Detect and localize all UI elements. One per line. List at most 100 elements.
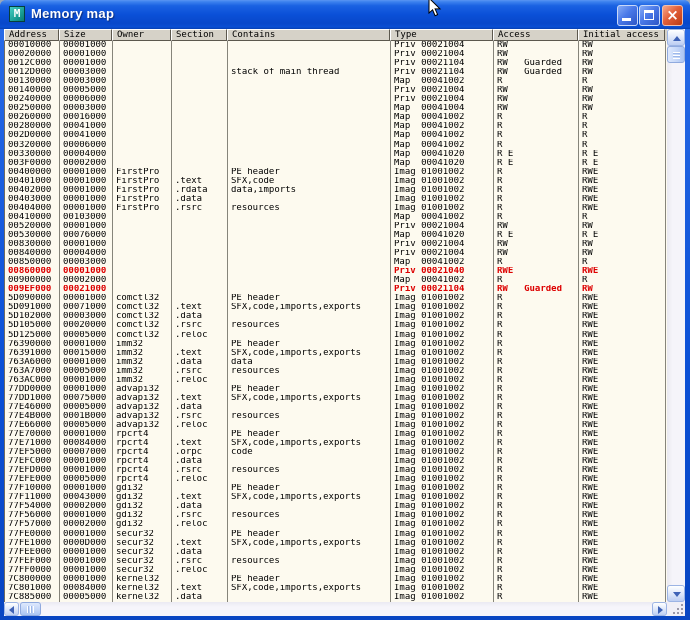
resize-grip[interactable] xyxy=(667,602,685,616)
table-row[interactable]: 77E6600000005000advapi32.relocImag 01001… xyxy=(5,421,667,430)
table-row[interactable]: 77F1000000001000gdi32PE headerImag 01001… xyxy=(5,484,667,493)
horizontal-scrollbar-thumb[interactable] xyxy=(20,602,41,616)
scroll-down-button[interactable] xyxy=(667,585,685,602)
minimize-button[interactable] xyxy=(617,5,638,26)
close-button[interactable]: × xyxy=(662,5,683,26)
table-row[interactable]: 77E4600000005000advapi32.dataImag 010010… xyxy=(5,403,667,412)
table-row[interactable]: 0083000000001000Priv 00021004RWRW xyxy=(5,240,667,249)
table-row[interactable]: 77DD000000001000advapi32PE headerImag 01… xyxy=(5,385,667,394)
table-row[interactable]: 0012C00000001000Priv 00021104RW GuardedR… xyxy=(5,59,667,68)
cell-access: R xyxy=(494,511,579,520)
column-header-contains[interactable]: Contains xyxy=(227,29,390,41)
table-row[interactable]: 77EFC00000001000rpcrt4.dataImag 01001002… xyxy=(5,457,667,466)
cell-contains xyxy=(228,267,391,276)
cell-access: R E xyxy=(494,231,579,240)
column-header-owner[interactable]: Owner xyxy=(112,29,171,41)
table-row[interactable]: 0085000000003000Map 00041002RR xyxy=(5,258,667,267)
titlebar[interactable]: M Memory map × xyxy=(0,0,690,29)
table-row[interactable]: 77FF000000001000secur32.relocImag 010010… xyxy=(5,566,667,575)
table-row[interactable]: 003F000000002000Map 00041020R ER E xyxy=(5,159,667,168)
cell-type: Imag 01001002 xyxy=(391,321,494,330)
cell-type: Imag 01001002 xyxy=(391,294,494,303)
cell-contains: resources xyxy=(228,412,391,421)
table-row[interactable]: 0090000000002000Map 00041002RR xyxy=(5,276,667,285)
table-row[interactable]: 763AC00000001000imm32.relocImag 01001002… xyxy=(5,376,667,385)
table-row[interactable]: 77FEF00000001000secur32.rsrcresourcesIma… xyxy=(5,557,667,566)
table-row[interactable]: 763A700000005000imm32.rsrcresourcesImag … xyxy=(5,367,667,376)
maximize-button[interactable] xyxy=(639,5,660,26)
table-row[interactable]: 77EF500000007000rpcrt4.orpccodeImag 0100… xyxy=(5,448,667,457)
cell-owner xyxy=(113,104,172,113)
table-row[interactable]: 77EFE00000005000rpcrt4.relocImag 0100100… xyxy=(5,475,667,484)
table-row[interactable]: 77E4B0000001B000advapi32.rsrcresourcesIm… xyxy=(5,412,667,421)
table-row[interactable]: 7C80000000001000kernel32PE headerImag 01… xyxy=(5,575,667,584)
scroll-up-button[interactable] xyxy=(667,29,685,46)
table-row[interactable]: 5D09000000001000comctl32PE headerImag 01… xyxy=(5,294,667,303)
table-row[interactable]: 0033000000004000Map 00041020R ER E xyxy=(5,150,667,159)
table-row[interactable]: 5D09100000071000comctl32.textSFX,code,im… xyxy=(5,303,667,312)
table-row[interactable]: 0052000000001000Priv 00021004RWRW xyxy=(5,222,667,231)
table-row[interactable]: 77F5600000001000gdi32.rsrcresourcesImag … xyxy=(5,511,667,520)
vertical-scrollbar[interactable] xyxy=(667,29,685,602)
table-row[interactable]: 0084000000004000Priv 00021004RWRW xyxy=(5,249,667,258)
horizontal-scrollbar[interactable] xyxy=(4,602,667,616)
table-row[interactable]: 0040200000001000FirstPro.rdatadata,impor… xyxy=(5,186,667,195)
scroll-right-button[interactable] xyxy=(652,602,667,616)
table-row[interactable]: 0086000000001000Priv 00021040RWERWE xyxy=(5,267,667,276)
table-row[interactable]: 7C88500000005000kernel32.dataImag 010010… xyxy=(5,593,667,602)
table-row[interactable]: 002D000000041000Map 00041002RR xyxy=(5,131,667,140)
cell-size: 00084000 xyxy=(60,439,113,448)
table-row[interactable]: 5D10500000020000comctl32.rsrcresourcesIm… xyxy=(5,321,667,330)
table-row[interactable]: 77E7000000001000rpcrt4PE headerImag 0100… xyxy=(5,430,667,439)
table-row[interactable]: 7639100000015000imm32.textSFX,code,impor… xyxy=(5,349,667,358)
table-row[interactable]: 0041000000103000Map 00041002RR xyxy=(5,213,667,222)
table-row[interactable]: 77F5400000002000gdi32.dataImag 01001002R… xyxy=(5,502,667,511)
table-row[interactable]: 0001000000001000Priv 00021004RWRW xyxy=(5,41,667,50)
table-row[interactable]: 0040300000001000FirstPro.dataImag 010010… xyxy=(5,195,667,204)
table-row[interactable]: 0002000000001000Priv 00021004RWRW xyxy=(5,50,667,59)
table-row[interactable]: 0028000000041000Map 00041002RR xyxy=(5,122,667,131)
table-row[interactable]: 0040000000001000FirstProPE headerImag 01… xyxy=(5,168,667,177)
table-row[interactable]: 77FEE00000001000secur32.dataImag 0100100… xyxy=(5,548,667,557)
cell-type: Imag 01001002 xyxy=(391,367,494,376)
cell-section xyxy=(172,68,228,77)
table-row[interactable]: 5D10200000003000comctl32.dataImag 010010… xyxy=(5,312,667,321)
table-row[interactable]: 77EFD00000001000rpcrt4.rsrcresourcesImag… xyxy=(5,466,667,475)
cell-type: Imag 01001002 xyxy=(391,412,494,421)
table-row[interactable]: 0012D00000003000stack of main threadPriv… xyxy=(5,68,667,77)
table-row[interactable]: 0014000000005000Priv 00021004RWRW xyxy=(5,86,667,95)
table-row[interactable]: 0032000000006000Map 00041002RR xyxy=(5,141,667,150)
column-header-type[interactable]: Type xyxy=(390,29,493,41)
cell-contains: PE header xyxy=(228,385,391,394)
table-row[interactable]: 0040400000001000FirstPro.rsrcresourcesIm… xyxy=(5,204,667,213)
scroll-left-button[interactable] xyxy=(4,602,19,616)
vertical-scrollbar-thumb[interactable] xyxy=(667,46,685,63)
table-row[interactable]: 0025000000003000Map 00041004RWRW xyxy=(5,104,667,113)
column-header-address[interactable]: Address xyxy=(4,29,59,41)
table-row[interactable]: 77E7100000084000rpcrt4.textSFX,code,impo… xyxy=(5,439,667,448)
table-row[interactable]: 0026000000016000Map 00041002RR xyxy=(5,113,667,122)
table-row[interactable]: 0024000000006000Priv 00021004RWRW xyxy=(5,95,667,104)
table-row[interactable]: 77FE10000000D000secur32.textSFX,code,imp… xyxy=(5,539,667,548)
table-row[interactable]: 7639000000001000imm32PE headerImag 01001… xyxy=(5,340,667,349)
table-row[interactable]: 0013000000003000Map 00041002RR xyxy=(5,77,667,86)
cell-initial-access: RW xyxy=(579,50,666,59)
column-header-access[interactable]: Access xyxy=(493,29,578,41)
cell-access: R xyxy=(494,77,579,86)
table-row[interactable]: 77F5700000002000gdi32.relocImag 01001002… xyxy=(5,520,667,529)
table-row[interactable]: 0040100000001000FirstPro.textSFX,codeIma… xyxy=(5,177,667,186)
table-row[interactable]: 77F1100000043000gdi32.textSFX,code,impor… xyxy=(5,493,667,502)
cell-section xyxy=(172,141,228,150)
table-row[interactable]: 763A600000001000imm32.datadataImag 01001… xyxy=(5,358,667,367)
table-row[interactable]: 77DD100000075000advapi32.textSFX,code,im… xyxy=(5,394,667,403)
table-row[interactable]: 009EF00000021000Priv 00021104RW GuardedR… xyxy=(5,285,667,294)
table-row[interactable]: 0053000000076000Map 00041020R ER E xyxy=(5,231,667,240)
cell-access: RWE xyxy=(494,267,579,276)
cell-contains: code xyxy=(228,448,391,457)
column-header-initial-access[interactable]: Initial access xyxy=(578,29,665,41)
table-row[interactable]: 5D12500000005000comctl32.relocImag 01001… xyxy=(5,331,667,340)
table-row[interactable]: 77FE000000001000secur32PE headerImag 010… xyxy=(5,530,667,539)
column-header-section[interactable]: Section xyxy=(171,29,227,41)
column-header-size[interactable]: Size xyxy=(59,29,112,41)
table-row[interactable]: 7C80100000084000kernel32.textSFX,code,im… xyxy=(5,584,667,593)
